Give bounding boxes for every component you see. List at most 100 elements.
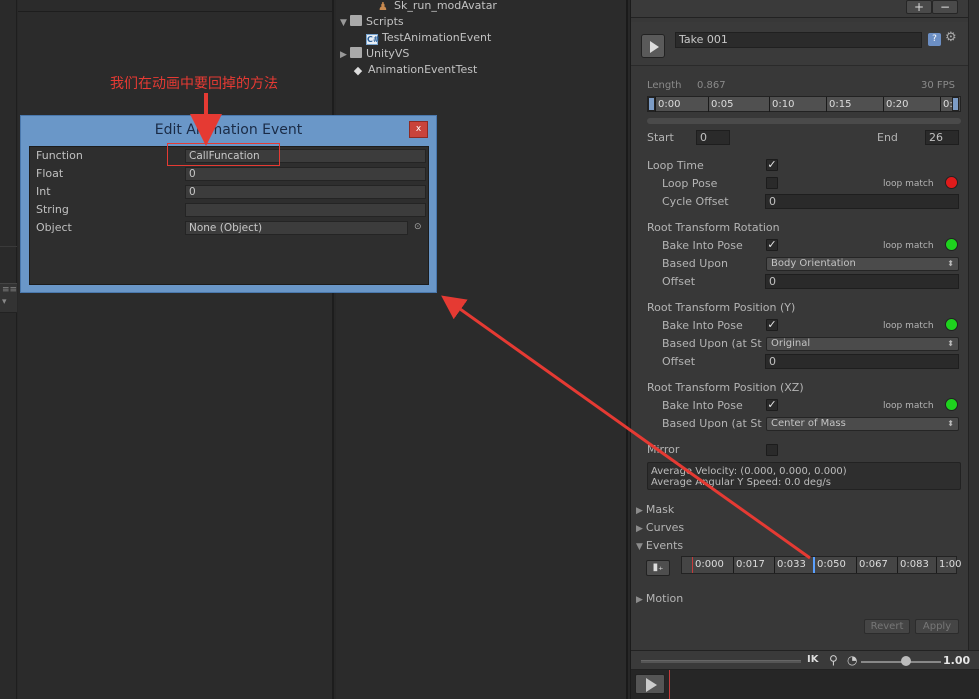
clip-timeline[interactable]: 0:00 0:05 0:10 0:15 0:20 0: [647,96,961,112]
position-y-based-label: Based Upon (at St [662,337,762,350]
position-y-offset-field[interactable]: 0 [765,354,959,369]
revert-button[interactable]: Revert [864,619,910,634]
string-field[interactable] [185,203,426,217]
add-event-button[interactable]: ▮₊ [646,560,670,576]
timeline-tick: 0: [940,97,953,112]
pivot-icon[interactable]: ⚲ [829,653,838,667]
expand-arrow-icon[interactable]: ▼ [340,15,350,31]
timeline-tick: 0:15 [826,97,851,112]
loop-pose-checkbox[interactable] [766,177,778,189]
dialog-title: Edit Animation Event [154,122,303,138]
length-label: Length [647,80,682,91]
play-clip-icon[interactable] [641,34,665,58]
int-field[interactable]: 0 [185,185,426,199]
inspector-toolbar: + − [631,0,979,18]
rotation-offset-field[interactable]: 0 [765,274,959,289]
menu-icon: ≡≡ [2,285,18,295]
annotation-text: 我们在动画中要回掉的方法 [110,76,278,92]
folder-icon [350,47,362,58]
average-info-box: Average Velocity: (0.000, 0.000, 0.000) … [647,462,961,490]
inspector-panel: + − Take 001 ? ⚙ Length 0.867 30 FPS 0:0… [630,0,979,699]
events-timeline[interactable]: 0:000 0:017 0:033 0:050 0:067 0:083 1:00 [681,556,961,574]
expand-arrow-icon: ▼ [636,542,643,552]
event-marker[interactable]: 0:050 [813,557,846,573]
speed-icon[interactable]: ◔ [847,653,857,667]
loop-match-good-icon [945,318,958,331]
loop-match-bad-icon [945,176,958,189]
loop-pose-label: Loop Pose [662,177,718,190]
tree-item-scripts[interactable]: ▼ Scripts [340,14,404,30]
left-panel-menu[interactable]: ≡≡ ▾ [0,283,17,313]
position-y-offset-label: Offset [662,355,696,368]
timeline-tick: 0:00 [655,97,680,112]
ik-toggle[interactable]: IK [807,654,818,665]
position-y-bake-checkbox[interactable]: ✓ [766,319,778,331]
preview-playhead [669,670,670,699]
avatar-icon: ♟ [378,0,388,13]
loop-match-label: loop match [883,241,934,251]
rotation-header: Root Transform Rotation [647,221,780,234]
rotation-based-dropdown[interactable]: Body Orientation ⬍ [766,257,959,271]
project-tree: ♟ Sk_run_modAvatar ▼ Scripts C# TestAnimati… [336,0,628,699]
unity-scene-icon: ◆ [353,64,363,77]
timeline-scrollbar[interactable] [647,118,961,124]
timeline-end-handle[interactable] [952,97,959,111]
tree-item-animationeventtest[interactable]: ◆ AnimationEventTest [352,62,478,78]
apply-button[interactable]: Apply [915,619,959,634]
help-icon[interactable]: ? [928,33,941,46]
start-field[interactable]: 0 [696,130,730,145]
position-xz-bake-checkbox[interactable]: ✓ [766,399,778,411]
close-button[interactable]: x [409,121,428,138]
remove-clip-button[interactable]: − [932,0,958,14]
inspector-scrollbar[interactable] [968,0,979,652]
collapse-arrow-icon: ▶ [636,524,643,534]
preview-play-button[interactable] [635,674,665,694]
object-picker-icon[interactable]: ⊙ [414,222,422,232]
tree-item-avatar[interactable]: ♟ Sk_run_modAvatar [378,0,497,14]
event-tick: 0:083 [897,557,929,573]
events-foldout[interactable]: ▼ Events [636,539,683,552]
cycle-offset-label: Cycle Offset [662,195,729,208]
average-angular-speed: Average Angular Y Speed: 0.0 deg/s [651,477,831,488]
position-y-header: Root Transform Position (Y) [647,301,796,314]
loop-match-good-icon [945,238,958,251]
speed-slider-knob[interactable] [901,656,911,666]
annotation-highlight-box [167,143,280,166]
cycle-offset-field[interactable]: 0 [765,194,959,209]
loop-time-checkbox[interactable]: ✓ [766,159,778,171]
tree-item-testanimationevent[interactable]: C# TestAnimationEvent [366,30,491,46]
start-label: Start [647,131,674,144]
clip-name-field[interactable]: Take 001 [675,32,922,48]
collapse-arrow-icon[interactable]: ▶ [340,47,350,63]
edit-animation-event-dialog: Edit Animation Event x Function CallFunc… [20,115,437,293]
position-xz-based-dropdown[interactable]: Center of Mass ⬍ [766,417,959,431]
mask-foldout[interactable]: ▶ Mask [636,503,674,516]
object-field[interactable]: None (Object) [185,221,408,235]
preview-toolbar: IK ⚲ ◔ 1.00 [631,650,979,670]
loop-match-label: loop match [883,401,934,411]
tree-item-unityvs[interactable]: ▶ UnityVS [340,46,409,62]
preview-timeline[interactable] [641,660,801,663]
timeline-tick: 0:20 [883,97,908,112]
end-field[interactable]: 26 [925,130,959,145]
motion-foldout[interactable]: ▶ Motion [636,592,683,605]
preview-area [631,670,979,699]
rotation-bake-checkbox[interactable]: ✓ [766,239,778,251]
add-clip-button[interactable]: + [906,0,932,14]
event-tick: 0:067 [856,557,888,573]
event-tick: 0:033 [774,557,806,573]
timeline-start-handle[interactable] [648,97,655,111]
length-value: 0.867 [697,80,726,91]
mirror-label: Mirror [647,443,680,456]
float-field[interactable]: 0 [185,167,426,181]
position-y-based-dropdown[interactable]: Original ⬍ [766,337,959,351]
timeline-tick: 0:05 [708,97,733,112]
mirror-checkbox[interactable] [766,444,778,456]
rotation-bake-label: Bake Into Pose [662,239,743,252]
timeline-tick: 0:10 [769,97,794,112]
dialog-body: Function CallFuncation Float 0 Int 0 Str… [29,146,429,285]
curves-foldout[interactable]: ▶ Curves [636,521,684,534]
position-xz-based-label: Based Upon (at St [662,417,762,430]
gear-icon[interactable]: ⚙ [945,30,957,45]
string-label: String [36,203,69,216]
